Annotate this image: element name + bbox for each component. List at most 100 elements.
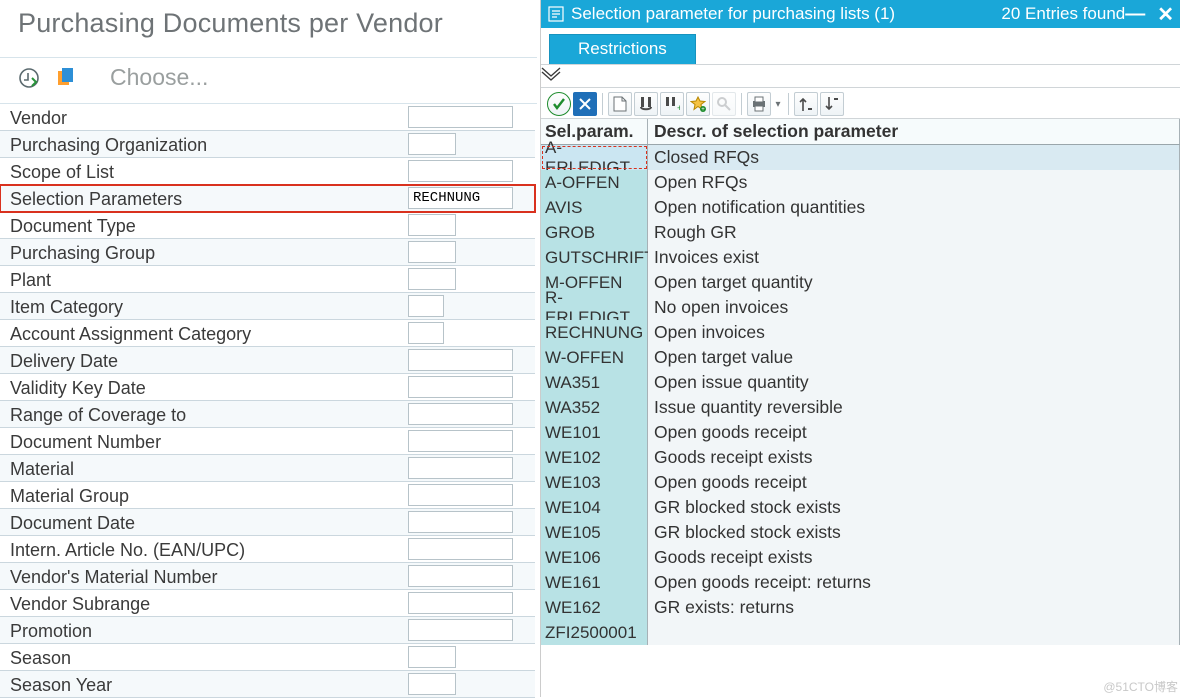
restrictions-hide-handle[interactable] — [541, 65, 1180, 81]
cell-selparam: R-ERLEDIGT — [541, 295, 648, 320]
col-description[interactable]: Descr. of selection parameter — [648, 119, 1180, 144]
personal-list-icon[interactable] — [712, 92, 736, 116]
cell-description: Open goods receipt — [648, 470, 1180, 495]
table-row[interactable]: R-ERLEDIGTNo open invoices — [541, 295, 1180, 320]
table-row[interactable]: WE162GR exists: returns — [541, 595, 1180, 620]
form-input[interactable] — [408, 430, 513, 452]
form-input[interactable] — [408, 538, 513, 560]
find-next-icon[interactable]: + — [660, 92, 684, 116]
close-icon[interactable]: ✕ — [1157, 2, 1174, 27]
form-row: Selection Parameters — [0, 185, 535, 212]
cell-description: Closed RFQs — [648, 145, 1180, 170]
table-row[interactable]: W-OFFENOpen target value — [541, 345, 1180, 370]
cell-selparam: WE104 — [541, 495, 648, 520]
cell-selparam: ZFI2500001 — [541, 620, 648, 645]
table-row[interactable]: WE161Open goods receipt: returns — [541, 570, 1180, 595]
form-input[interactable] — [408, 403, 513, 425]
cell-selparam: W-OFFEN — [541, 345, 648, 370]
form-label: Purchasing Organization — [0, 133, 408, 156]
form-row: Document Type — [0, 212, 535, 239]
cell-description: GR exists: returns — [648, 595, 1180, 620]
form-input-wrap — [408, 509, 528, 535]
form-input[interactable] — [408, 187, 513, 209]
find-icon[interactable] — [634, 92, 658, 116]
print-icon[interactable] — [747, 92, 771, 116]
variant-icon[interactable] — [54, 67, 76, 89]
form-input-wrap — [408, 158, 528, 184]
cell-description — [648, 620, 1180, 645]
table-row[interactable]: WE106Goods receipt exists — [541, 545, 1180, 570]
form-input-wrap — [408, 428, 528, 454]
form-input-wrap — [408, 293, 528, 319]
cell-description: Open notification quantities — [648, 195, 1180, 220]
form-input[interactable] — [408, 322, 444, 344]
sort-ascending-icon[interactable] — [794, 92, 818, 116]
table-row[interactable]: WE105GR blocked stock exists — [541, 520, 1180, 545]
table-row[interactable]: A-OFFENOpen RFQs — [541, 170, 1180, 195]
form-label: Vendor's Material Number — [0, 565, 408, 588]
cell-selparam: WE162 — [541, 595, 648, 620]
form-row: Scope of List — [0, 158, 535, 185]
form-input[interactable] — [408, 565, 513, 587]
form-input[interactable] — [408, 484, 513, 506]
form-row: Promotion — [0, 617, 535, 644]
new-document-icon[interactable] — [608, 92, 632, 116]
table-row[interactable]: WE103Open goods receipt — [541, 470, 1180, 495]
form-label: Material Group — [0, 484, 408, 507]
form-label: Delivery Date — [0, 349, 408, 372]
table-row[interactable]: RECHNUNGOpen invoices — [541, 320, 1180, 345]
cell-description: Goods receipt exists — [648, 545, 1180, 570]
form-input[interactable] — [408, 133, 456, 155]
form-input-wrap — [408, 644, 528, 670]
form-row: Vendor — [0, 104, 535, 131]
form-input[interactable] — [408, 295, 444, 317]
form-input[interactable] — [408, 511, 513, 533]
sort-descending-icon[interactable] — [820, 92, 844, 116]
table-row[interactable]: GUTSCHRIFTInvoices exist — [541, 245, 1180, 270]
table-row[interactable]: WE102Goods receipt exists — [541, 445, 1180, 470]
choose-button[interactable]: Choose... — [110, 64, 208, 91]
chevron-down-icon — [541, 67, 1180, 81]
separator — [788, 93, 789, 115]
cell-description: Invoices exist — [648, 245, 1180, 270]
table-row[interactable]: GROBRough GR — [541, 220, 1180, 245]
table-row[interactable]: WA351Open issue quantity — [541, 370, 1180, 395]
form-label: Season — [0, 646, 408, 669]
table-row[interactable]: WE104GR blocked stock exists — [541, 495, 1180, 520]
form-input[interactable] — [408, 646, 456, 668]
table-row[interactable]: WA352Issue quantity reversible — [541, 395, 1180, 420]
form-input[interactable] — [408, 673, 456, 695]
form-input[interactable] — [408, 241, 456, 263]
favorite-icon[interactable]: + — [686, 92, 710, 116]
form-input-wrap — [408, 212, 528, 238]
table-row[interactable]: ZFI2500001 — [541, 620, 1180, 645]
form-input[interactable] — [408, 214, 456, 236]
form-row: Document Number — [0, 428, 535, 455]
form-input[interactable] — [408, 592, 513, 614]
form-input[interactable] — [408, 619, 513, 641]
cell-selparam: RECHNUNG — [541, 320, 648, 345]
form-input[interactable] — [408, 457, 513, 479]
cell-selparam: WE105 — [541, 520, 648, 545]
accept-button[interactable] — [547, 92, 571, 116]
cancel-button[interactable] — [573, 92, 597, 116]
execute-icon[interactable] — [18, 67, 40, 89]
form-input[interactable] — [408, 106, 513, 128]
form-input[interactable] — [408, 268, 456, 290]
table-row[interactable]: WE101Open goods receipt — [541, 420, 1180, 445]
print-dropdown-icon[interactable]: ▾ — [773, 99, 783, 110]
table-row[interactable]: A-ERLEDIGTClosed RFQs — [541, 145, 1180, 170]
form-row: Season — [0, 644, 535, 671]
form-input-wrap — [408, 374, 528, 400]
form-label: Document Type — [0, 214, 408, 237]
cell-selparam: A-OFFEN — [541, 170, 648, 195]
tab-restrictions[interactable]: Restrictions — [549, 34, 696, 64]
minimize-icon[interactable]: — — [1125, 3, 1145, 26]
table-row[interactable]: AVISOpen notification quantities — [541, 195, 1180, 220]
form-input[interactable] — [408, 160, 513, 182]
form-input[interactable] — [408, 349, 513, 371]
form-label: Account Assignment Category — [0, 322, 408, 345]
form-input-wrap — [408, 104, 528, 130]
svg-text:+: + — [701, 107, 705, 112]
form-input[interactable] — [408, 376, 513, 398]
